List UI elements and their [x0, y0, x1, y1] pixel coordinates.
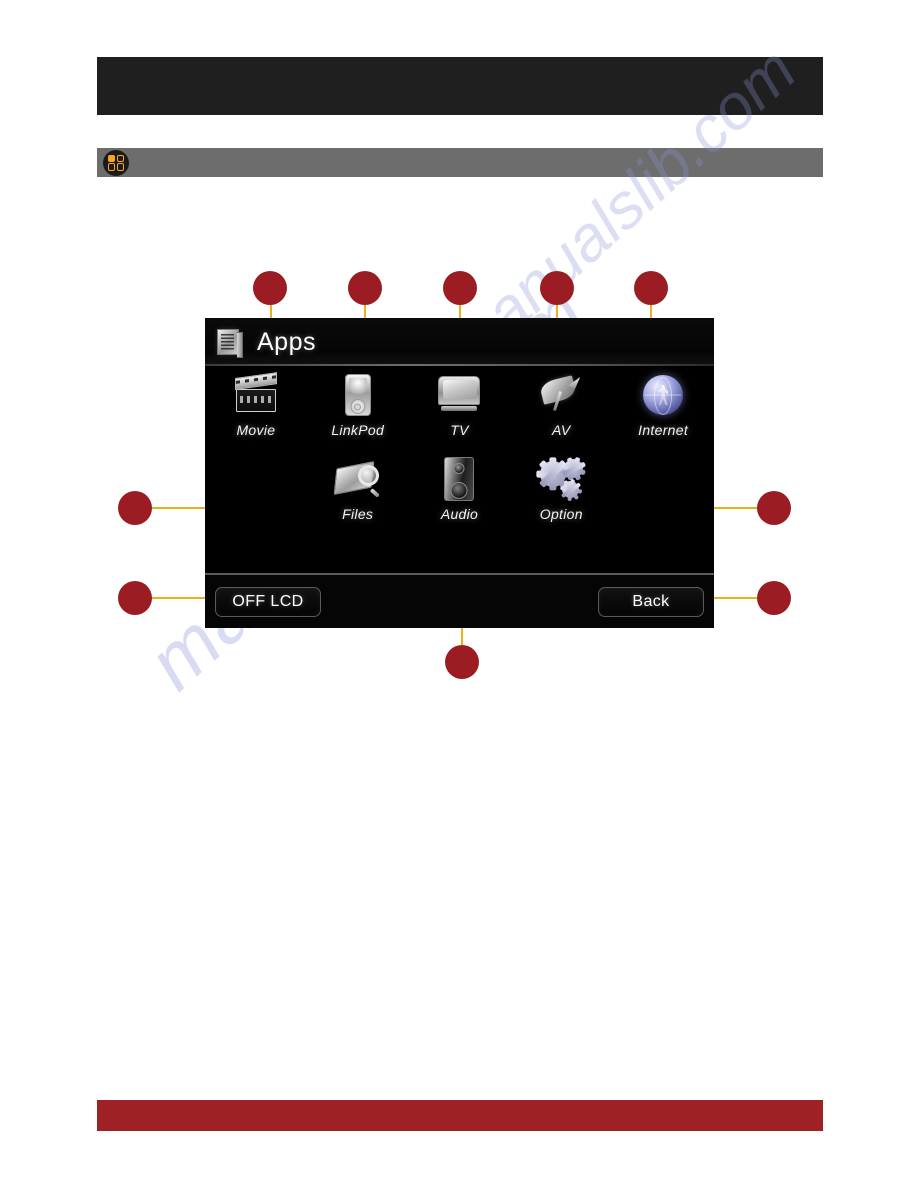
app-item-option[interactable]: Option — [510, 456, 612, 522]
callout-files — [118, 491, 152, 525]
app-label-internet: Internet — [638, 422, 689, 438]
app-label-files: Files — [342, 506, 374, 522]
files-search-icon — [333, 456, 382, 502]
app-label-tv: TV — [450, 422, 469, 438]
callout-linkpod — [348, 271, 382, 305]
device-screenshot: Apps Movie LinkPod TV AV Internet Files … — [205, 318, 714, 628]
callout-back — [757, 581, 791, 615]
app-row-1: Movie LinkPod TV AV Internet — [205, 372, 714, 438]
callout-tv — [443, 271, 477, 305]
media-player-icon — [334, 372, 382, 418]
list-document-icon — [217, 329, 243, 358]
app-item-av[interactable]: AV — [510, 372, 612, 438]
app-item-linkpod[interactable]: LinkPod — [307, 372, 409, 438]
app-item-tv[interactable]: TV — [409, 372, 511, 438]
device-title-bar: Apps — [205, 318, 714, 366]
page-root: manualslib.com manualslib.com Apps Movie — [0, 0, 918, 1188]
off-lcd-button[interactable]: OFF LCD — [215, 586, 321, 617]
callout-off-lcd — [118, 581, 152, 615]
app-item-internet[interactable]: Internet — [612, 372, 714, 438]
app-label-av: AV — [552, 422, 571, 438]
app-row-2: Files Audio Option — [205, 456, 714, 522]
globe-internet-icon — [639, 372, 687, 418]
callout-movie — [253, 271, 287, 305]
device-title: Apps — [257, 327, 316, 356]
device-bottom-bar: OFF LCD Back — [205, 573, 714, 628]
apps-grid-icon — [103, 149, 129, 176]
movie-clapperboard-icon — [232, 372, 280, 418]
app-label-audio: Audio — [440, 506, 479, 522]
page-header-band — [97, 57, 823, 115]
callout-audio — [445, 645, 479, 679]
app-item-audio[interactable]: Audio — [409, 456, 511, 522]
back-button[interactable]: Back — [598, 586, 704, 617]
app-label-linkpod: LinkPod — [331, 422, 385, 438]
television-icon — [435, 372, 483, 418]
callout-av — [540, 271, 574, 305]
app-item-movie[interactable]: Movie — [205, 372, 307, 438]
satellite-dish-icon — [537, 372, 585, 418]
page-footer-band — [97, 1100, 823, 1131]
app-grid: Movie LinkPod TV AV Internet Files Audio… — [205, 366, 714, 573]
app-item-files[interactable]: Files — [307, 456, 409, 522]
app-label-option: Option — [539, 506, 583, 522]
section-bar — [97, 148, 823, 177]
speaker-icon — [435, 456, 483, 502]
callout-internet — [634, 271, 668, 305]
gears-settings-icon — [536, 456, 587, 502]
callout-option — [757, 491, 791, 525]
app-label-movie: Movie — [236, 422, 276, 438]
